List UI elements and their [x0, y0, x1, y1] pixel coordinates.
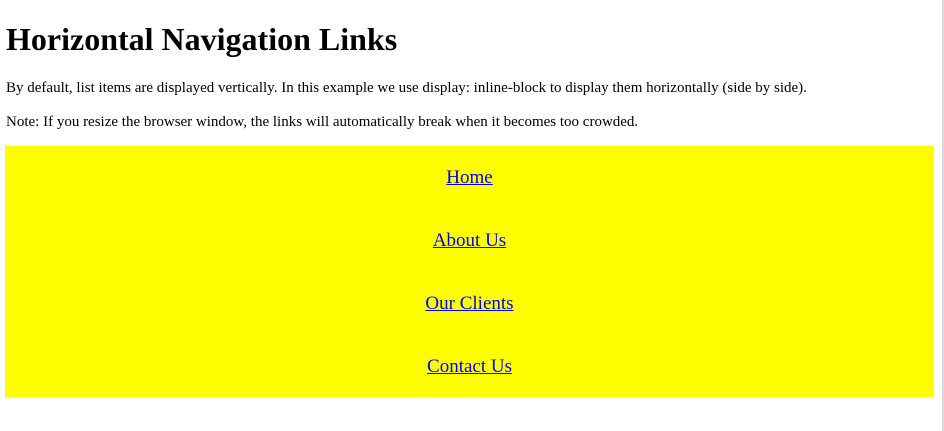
page: Horizontal Navigation Links By default, …: [0, 0, 940, 431]
nav-item-our-clients: Our Clients: [5, 272, 934, 335]
nav-link-home[interactable]: Home: [446, 167, 492, 189]
nav-link-contact-us[interactable]: Contact Us: [427, 356, 512, 378]
nav-link-about-us[interactable]: About Us: [433, 230, 506, 252]
intro-paragraph: By default, list items are displayed ver…: [6, 80, 807, 96]
nav-link-our-clients[interactable]: Our Clients: [425, 293, 513, 315]
nav-item-about-us: About Us: [5, 209, 934, 272]
page-title: Horizontal Navigation Links: [6, 21, 398, 57]
navigation-list: Home About Us Our Clients Contact Us: [5, 146, 934, 397]
nav-item-contact-us: Contact Us: [5, 335, 934, 398]
note-paragraph: Note: If you resize the browser window, …: [6, 114, 639, 130]
navigation-bar: Home About Us Our Clients Contact Us: [5, 146, 934, 397]
nav-item-home: Home: [5, 146, 934, 209]
